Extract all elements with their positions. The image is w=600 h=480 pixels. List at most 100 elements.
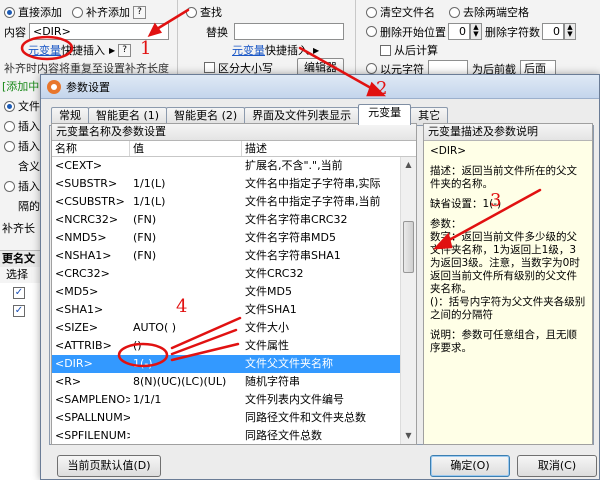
variable-value: AUTO( ) [133,321,177,334]
quick-insert-label[interactable]: 快捷插入 [61,42,105,58]
delete-start-input[interactable]: 0 [448,23,470,40]
variable-row[interactable]: <NCRC32> (FN) 文件名字符串CRC32 [52,211,416,229]
col-name[interactable]: 名称 [52,141,130,156]
help-icon[interactable]: ? [118,43,132,57]
variable-desc: 文件父文件夹名称 [245,357,333,370]
description-text: <DIR> 描述：返回当前文件所在的父文件夹的名称。 缺省设置：1(-) 参数：… [424,141,592,366]
select-column: 选择 [0,267,40,283]
variable-name: <SPFILENUM> [55,429,130,442]
variable-row[interactable]: <CSUBSTR> 1/1(L) 文件名中指定子字符串,当前 [52,193,416,211]
variable-value [130,265,242,283]
variable-value: 1(-) [133,357,153,370]
variable-row[interactable]: <SIZE> AUTO( ) 文件大小 [52,319,416,337]
scroll-thumb[interactable] [403,221,414,273]
variable-desc: 文件大小 [245,321,289,334]
variable-row[interactable]: <CEXT> 扩展名,不含".",当前 [52,157,416,175]
variable-desc: 同路径文件和文件夹总数 [245,411,366,424]
clear-ext-label: 清空文件名 [380,6,435,19]
variable-name: <NSHA1> [55,249,112,262]
variable-value: (FN) [133,249,157,262]
variable-name: <SUBSTR> [55,177,118,190]
variable-name: <NCRC32> [55,213,119,226]
strip-item: 含义 [18,160,40,173]
variable-row[interactable]: <R> 8(N)(UC)(LC)(UL) 随机字符串 [52,373,416,391]
row-checkbox[interactable]: ✓ [13,287,25,299]
variable-name: <CEXT> [55,159,103,172]
variable-row[interactable]: <SPFILENUM> 同路径文件总数 [52,427,416,445]
app-icon [47,79,61,94]
desc-default: 缺省设置：1(-) [430,198,502,210]
quick-insert-label-2[interactable]: 快捷插入 [265,42,309,58]
variable-row[interactable]: <SUBSTR> 1/1(L) 文件名中指定子字符串,实际 [52,175,416,193]
spin-icon[interactable]: ▲ ▼ [564,23,576,40]
delete-count-input[interactable]: 0 [542,23,564,40]
variable-row[interactable]: <NSHA1> (FN) 文件名字符串SHA1 [52,247,416,265]
clear-ext-radio[interactable] [366,6,377,18]
cancel-button[interactable]: 取消(C) [517,455,597,477]
direct-add-radio[interactable] [4,6,15,18]
strip-item[interactable]: 插入 [4,118,40,134]
row-checkbox[interactable]: ✓ [13,305,25,317]
desc-description: 描述：返回当前文件所在的父文件夹的名称。 [430,165,577,190]
strip-item[interactable]: 插入 [4,138,40,154]
replace-input[interactable] [234,23,344,40]
tab-bar: 常规 智能更名 (1) 智能更名 (2) 界面及文件列表显示 元变量 其它 [51,104,449,125]
ok-button[interactable]: 确定(O) [430,455,510,477]
list-scrollbar[interactable]: ▲ ▼ [400,157,416,444]
meta-variable-link[interactable]: 元变量 [28,42,61,58]
col-desc[interactable]: 描述 [242,141,402,156]
variable-row[interactable]: <DIR> 1(-) 文件父文件夹名称 [52,355,416,373]
variable-row[interactable]: <CRC32> 文件CRC32 [52,265,416,283]
strip-item: 隔的 [18,200,40,213]
variable-desc: 文件名中指定子字符串,当前 [245,195,381,208]
prefix-radio[interactable] [366,63,377,74]
variable-list-panel: 元变量名称及参数设置 名称 值 描述 <CEXT> 扩展名,不含".",当前 <SU… [51,123,417,445]
variable-desc: 文件SHA1 [245,303,297,316]
variable-value: 1/1/1 [133,393,162,406]
from-end-checkbox[interactable] [380,44,391,56]
col-value[interactable]: 值 [130,141,242,156]
dialog-title: 参数设置 [66,80,110,94]
variable-name: <SAMPLENO> [55,393,130,406]
pad-add-label: 补齐添加 [86,6,130,19]
variable-row[interactable]: <SPALLNUM> 同路径文件和文件夹总数 [52,409,416,427]
direct-add-label: 直接添加 [18,6,62,19]
variable-row[interactable]: <MD5> 文件MD5 [52,283,416,301]
variable-value: () [133,339,142,352]
variable-list: <CEXT> 扩展名,不含".",当前 <SUBSTR> 1/1(L) 文件名中指定子字… [52,157,416,445]
reset-defaults-button[interactable]: 当前页默认值(D) [57,455,161,477]
meta-variable-link-2[interactable]: 元变量 [232,42,265,58]
variable-row[interactable]: <SAMPLENO> 1/1/1 文件列表内文件编号 [52,391,416,409]
variable-value [130,283,242,301]
strip-item[interactable]: 插入 [4,178,40,194]
delete-radio[interactable] [366,26,377,37]
scroll-up-icon[interactable]: ▲ [401,157,416,173]
delete-start-label: 删除开始位置 [380,25,446,39]
variable-name: <NMD5> [55,231,107,244]
variable-row[interactable]: <NMD5> (FN) 文件名字符串MD5 [52,229,416,247]
trim-radio[interactable] [449,6,460,18]
variable-row[interactable]: <SHA1> 文件SHA1 [52,301,416,319]
trim-label: 去除两端空格 [463,6,529,19]
variable-name: <SPALLNUM> [55,411,130,424]
help-icon[interactable]: ? [133,5,146,19]
description-panel: 元变量描述及参数说明 <DIR> 描述：返回当前文件所在的父文件夹的名称。 缺省… [423,123,593,445]
from-end-row: 从后计算 [380,42,438,58]
variable-desc: 随机字符串 [245,375,300,388]
pad-add-radio[interactable] [72,6,83,18]
variable-desc: 文件名字符串SHA1 [245,249,341,262]
scroll-down-icon[interactable]: ▼ [401,428,416,444]
strip-item[interactable]: 文件 [4,98,40,114]
variable-value [130,157,242,175]
delete-count-label: 删除字符数 [485,25,540,39]
variable-name: <CRC32> [55,267,110,280]
spin-icon[interactable]: ▲ ▼ [470,23,482,40]
description-title: 元变量描述及参数说明 [424,124,592,141]
variable-row[interactable]: <ATTRIB> () 文件属性 [52,337,416,355]
find-radio[interactable] [186,6,197,18]
tab-meta-variable[interactable]: 元变量 [358,104,412,125]
case-checkbox[interactable] [204,62,215,73]
var-insert-row: 元变量 快捷插入 ▶ ? [28,42,132,58]
content-input[interactable]: <DIR> [29,23,169,40]
variable-desc: 同路径文件总数 [245,429,322,442]
